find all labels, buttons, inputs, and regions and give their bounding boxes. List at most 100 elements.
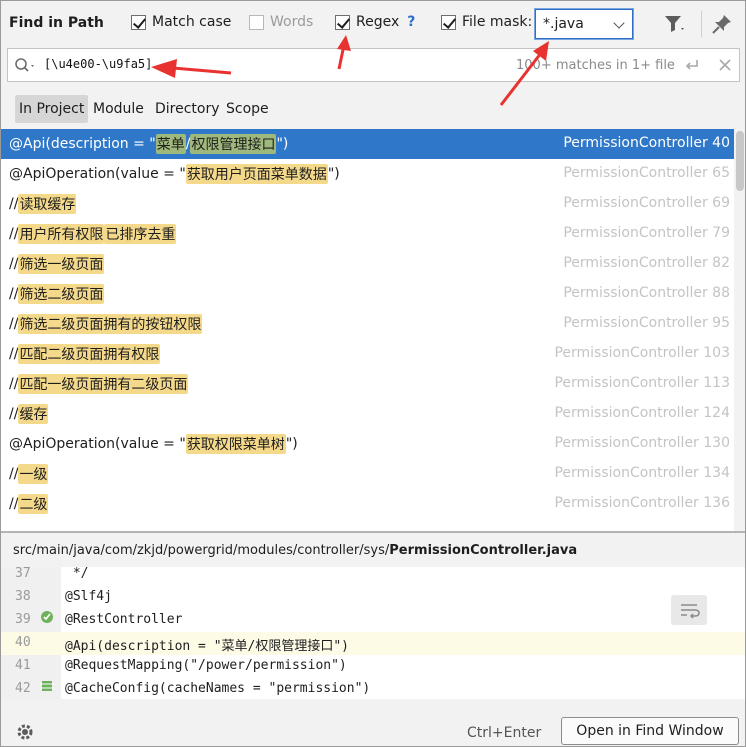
result-file: PermissionController — [563, 225, 708, 241]
result-line: 113 — [703, 375, 730, 391]
result-file: PermissionController — [554, 405, 699, 421]
result-row[interactable]: @Api(description = " 菜单 / 权限管理接口 ") Permissio… — [1, 129, 734, 159]
match-count: 100+ matches in 1+ file — [516, 58, 675, 73]
open-in-find-window-button[interactable]: Open in Find Window — [561, 717, 739, 745]
code-text: @RequestMapping("/power/permission") — [65, 658, 347, 673]
result-prefix: // — [9, 226, 19, 242]
results-scrollbar-thumb[interactable] — [736, 131, 744, 191]
result-suffix: ") — [327, 166, 340, 182]
cache-config-icon[interactable] — [39, 678, 55, 694]
result-row[interactable]: @ApiOperation(value = " 获取用户页面菜单数据 ") Permi… — [1, 159, 734, 189]
code-text: @Slf4j — [65, 589, 112, 604]
splitter[interactable] — [1, 531, 745, 533]
new-line-icon[interactable] — [684, 58, 700, 72]
open-shortcut-hint: Ctrl+Enter — [467, 725, 542, 741]
result-line: 136 — [703, 495, 730, 511]
match-case-checkbox[interactable]: Match case — [131, 14, 231, 30]
result-file: PermissionController — [554, 435, 699, 451]
spring-bean-icon[interactable] — [39, 609, 55, 625]
result-prefix: // — [9, 316, 19, 332]
file-mask-checkbox[interactable]: File mask: — [441, 14, 532, 30]
result-row[interactable]: //筛选一级页面 PermissionController 82 — [1, 249, 734, 279]
result-match: 匹配二级页面拥有权限 — [18, 344, 161, 364]
result-location: PermissionController 65 — [563, 165, 730, 181]
result-match-2: 权限管理接口 — [190, 134, 277, 154]
result-row[interactable]: @ApiOperation(value = " 获取权限菜单树 ") Permissi… — [1, 429, 734, 459]
result-prefix: // — [9, 196, 19, 212]
result-row[interactable]: //二级 PermissionController 136 — [1, 489, 734, 519]
result-file: PermissionController — [563, 315, 708, 331]
result-row[interactable]: //匹配一级页面拥有二级页面 PermissionController 113 — [1, 369, 734, 399]
result-row[interactable]: //匹配二级页面拥有权限 PermissionController 103 — [1, 339, 734, 369]
result-line: 69 — [712, 195, 730, 211]
result-match: 获取权限菜单树 — [185, 434, 286, 454]
code-line: 42 @CacheConfig(cacheNames = "permission"… — [1, 678, 745, 699]
line-number: 38 — [15, 589, 31, 604]
find-in-path-dialog: Find in Path Match case Words Regex ? Fi… — [0, 0, 746, 747]
regex-check-icon[interactable] — [335, 14, 350, 30]
result-location: PermissionController 103 — [554, 345, 730, 361]
filter-icon[interactable] — [663, 13, 687, 35]
line-number: 40 — [15, 635, 31, 650]
result-prefix: @ApiOperation(value = " — [9, 166, 186, 182]
result-location: PermissionController 95 — [563, 315, 730, 331]
result-line: 40 — [712, 135, 730, 151]
preview-file-path: src/main/java/com/zkjd/powergrid/modules… — [13, 543, 577, 558]
soft-wrap-button[interactable] — [671, 595, 707, 625]
result-row[interactable]: // 读取缓存 PermissionController 69 — [1, 189, 734, 219]
chevron-down-icon — [613, 17, 625, 29]
result-row[interactable]: // 用户所有权限 已排序去重 PermissionController 79 — [1, 219, 734, 249]
close-icon[interactable] — [718, 58, 732, 72]
file-mask-label: File mask: — [462, 14, 533, 30]
toolbar-separator — [701, 11, 702, 37]
result-row[interactable]: //筛选二级页面拥有的按钮权限 PermissionController 95 — [1, 309, 734, 339]
line-number: 39 — [15, 612, 31, 627]
result-line: 134 — [703, 465, 730, 481]
code-line: 39 @RestController — [1, 609, 745, 632]
result-match: 二级 — [18, 494, 49, 514]
words-check-icon[interactable] — [249, 14, 264, 30]
words-label: Words — [270, 14, 314, 30]
code-text: @Api(description = "菜单/权限管理接口") — [65, 639, 350, 654]
tab-directory[interactable]: Directory — [151, 95, 224, 123]
result-location: PermissionController 124 — [554, 405, 730, 421]
result-prefix: // — [9, 376, 19, 392]
tab-scope[interactable]: Scope — [222, 95, 273, 123]
result-row[interactable]: // 缓存 PermissionController 124 — [1, 399, 734, 429]
tab-in-project[interactable]: In Project — [15, 95, 89, 123]
search-bar[interactable]: [\u4e00-\u9fa5] 100+ matches in 1+ file — [7, 48, 740, 82]
match-case-check-icon[interactable] — [131, 14, 146, 30]
result-match: 筛选一级页面 — [18, 254, 105, 274]
result-suffix: ") — [276, 136, 289, 152]
result-location: PermissionController 136 — [554, 495, 730, 511]
tab-module[interactable]: Module — [89, 95, 148, 123]
result-line: 82 — [712, 255, 730, 271]
soft-wrap-icon — [681, 604, 700, 619]
gear-icon[interactable] — [15, 722, 35, 742]
result-location: PermissionController 113 — [554, 375, 730, 391]
result-location: PermissionController 134 — [554, 465, 730, 481]
code-text: @RestController — [65, 612, 183, 627]
regex-checkbox[interactable]: Regex ? — [335, 14, 415, 30]
results-list: @Api(description = " 菜单 / 权限管理接口 ") Permissio… — [1, 129, 734, 531]
search-input[interactable]: [\u4e00-\u9fa5] — [44, 57, 152, 71]
result-row[interactable]: //筛选二级页面 PermissionController 88 — [1, 279, 734, 309]
search-icon[interactable] — [14, 57, 38, 75]
file-mask-check-icon[interactable] — [441, 14, 456, 30]
file-mask-select[interactable]: *.java — [535, 9, 633, 39]
result-location: PermissionController 69 — [563, 195, 730, 211]
result-prefix: // — [9, 346, 19, 362]
file-path-name: PermissionController.java — [389, 543, 578, 558]
result-line: 88 — [712, 285, 730, 301]
result-row[interactable]: //一级 PermissionController 134 — [1, 459, 734, 489]
result-file: PermissionController — [563, 255, 708, 271]
code-text: */ — [65, 567, 89, 581]
code-preview[interactable]: 37 */ 38 @Slf4j 39 @RestController 40 @Api(des… — [1, 567, 745, 699]
words-checkbox[interactable]: Words — [249, 14, 313, 30]
code-line: 40 @Api(description = "菜单/权限管理接口") — [1, 632, 745, 655]
pin-icon[interactable] — [711, 13, 733, 35]
result-prefix: // — [9, 406, 19, 422]
result-location: PermissionController 88 — [563, 285, 730, 301]
regex-help-link[interactable]: ? — [407, 14, 415, 30]
result-location: PermissionController 79 — [563, 225, 730, 241]
